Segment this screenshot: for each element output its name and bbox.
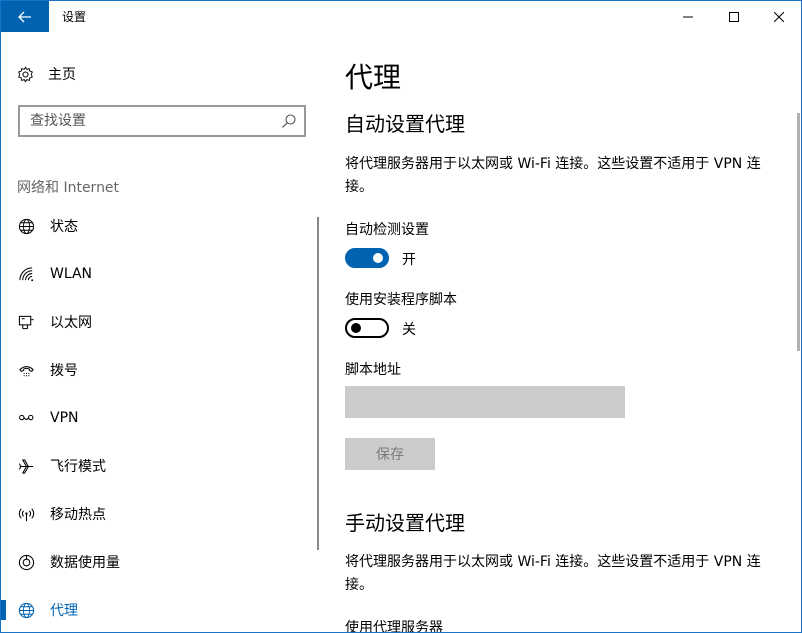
- main-scrollbar[interactable]: [797, 113, 800, 351]
- setup-script-label: 使用安装程序脚本: [345, 292, 457, 308]
- sidebar-item-proxy[interactable]: 代理: [1, 586, 319, 632]
- sidebar-item-data-usage[interactable]: 数据使用量: [1, 538, 319, 586]
- back-button[interactable]: [1, 1, 49, 32]
- sidebar-item-hotspot[interactable]: 移动热点: [1, 490, 319, 538]
- page-title: 代理: [345, 61, 402, 94]
- window-title: 设置: [62, 10, 87, 24]
- sidebar-item-label: VPN: [50, 410, 79, 426]
- sidebar: 主页 网络和 Internet 状态 WLAN: [1, 32, 321, 632]
- toggle-knob: [373, 253, 383, 263]
- sidebar-item-ethernet[interactable]: 以太网: [1, 298, 319, 346]
- globe-icon: [17, 601, 35, 619]
- section-title: 网络和 Internet: [17, 180, 120, 196]
- sidebar-item-vpn[interactable]: VPN: [1, 394, 319, 442]
- auto-detect-toggle[interactable]: [345, 248, 389, 268]
- script-address-input[interactable]: [345, 386, 625, 418]
- auto-detect-state: 开: [402, 252, 416, 268]
- minimize-icon: [683, 16, 693, 17]
- maximize-button[interactable]: [711, 1, 757, 32]
- sidebar-item-label: 移动热点: [50, 507, 106, 523]
- dialup-icon: [17, 361, 35, 379]
- hotspot-icon: [17, 505, 35, 523]
- sidebar-item-wlan[interactable]: WLAN: [1, 250, 319, 298]
- sidebar-item-airplane[interactable]: 飞行模式: [1, 442, 319, 490]
- auto-detect-label: 自动检测设置: [345, 222, 429, 238]
- wifi-icon: [17, 265, 35, 283]
- home-link[interactable]: 主页: [17, 64, 76, 84]
- sidebar-item-label: 数据使用量: [50, 555, 120, 571]
- toggle-knob: [351, 323, 361, 333]
- home-label: 主页: [48, 67, 76, 83]
- sidebar-item-label: 拨号: [50, 363, 78, 379]
- data-usage-icon: [17, 553, 35, 571]
- minimize-button[interactable]: [665, 1, 711, 32]
- sidebar-item-label: 代理: [50, 603, 78, 619]
- back-arrow-icon: [18, 11, 31, 22]
- setup-script-state: 关: [402, 322, 416, 338]
- use-proxy-label: 使用代理服务器: [345, 620, 443, 633]
- title-bar: 设置: [1, 1, 801, 32]
- sidebar-item-label: WLAN: [50, 266, 93, 282]
- sidebar-item-label: 以太网: [50, 315, 92, 331]
- close-button[interactable]: [756, 1, 801, 32]
- setup-script-toggle[interactable]: [345, 318, 389, 338]
- sidebar-scrollbar[interactable]: [317, 217, 319, 550]
- sidebar-item-label: 飞行模式: [50, 459, 106, 475]
- sidebar-item-dialup[interactable]: 拨号: [1, 346, 319, 394]
- globe-status-icon: [17, 217, 35, 235]
- search-input[interactable]: [20, 107, 270, 135]
- search-icon[interactable]: [281, 113, 297, 129]
- airplane-icon: [17, 457, 35, 475]
- maximize-icon: [729, 11, 739, 22]
- main-content: 代理 自动设置代理 将代理服务器用于以太网或 Wi-Fi 连接。这些设置不适用于…: [321, 32, 801, 632]
- script-address-label: 脚本地址: [345, 362, 401, 378]
- auto-proxy-description: 将代理服务器用于以太网或 Wi-Fi 连接。这些设置不适用于 VPN 连接。: [345, 156, 761, 195]
- vpn-icon: [17, 409, 35, 427]
- auto-proxy-heading: 自动设置代理: [345, 112, 465, 136]
- active-indicator: [1, 600, 6, 620]
- save-button[interactable]: 保存: [345, 438, 435, 470]
- sidebar-item-label: 状态: [50, 219, 78, 235]
- search-box[interactable]: [18, 105, 306, 137]
- manual-proxy-heading: 手动设置代理: [345, 511, 465, 535]
- manual-proxy-description: 将代理服务器用于以太网或 Wi-Fi 连接。这些设置不适用于 VPN 连接。: [345, 554, 761, 593]
- ethernet-icon: [17, 313, 35, 331]
- sidebar-item-status[interactable]: 状态: [1, 202, 319, 250]
- gear-icon: [18, 66, 33, 82]
- close-icon: [774, 11, 784, 22]
- settings-window: 设置 主页 网络和 Internet: [0, 0, 802, 633]
